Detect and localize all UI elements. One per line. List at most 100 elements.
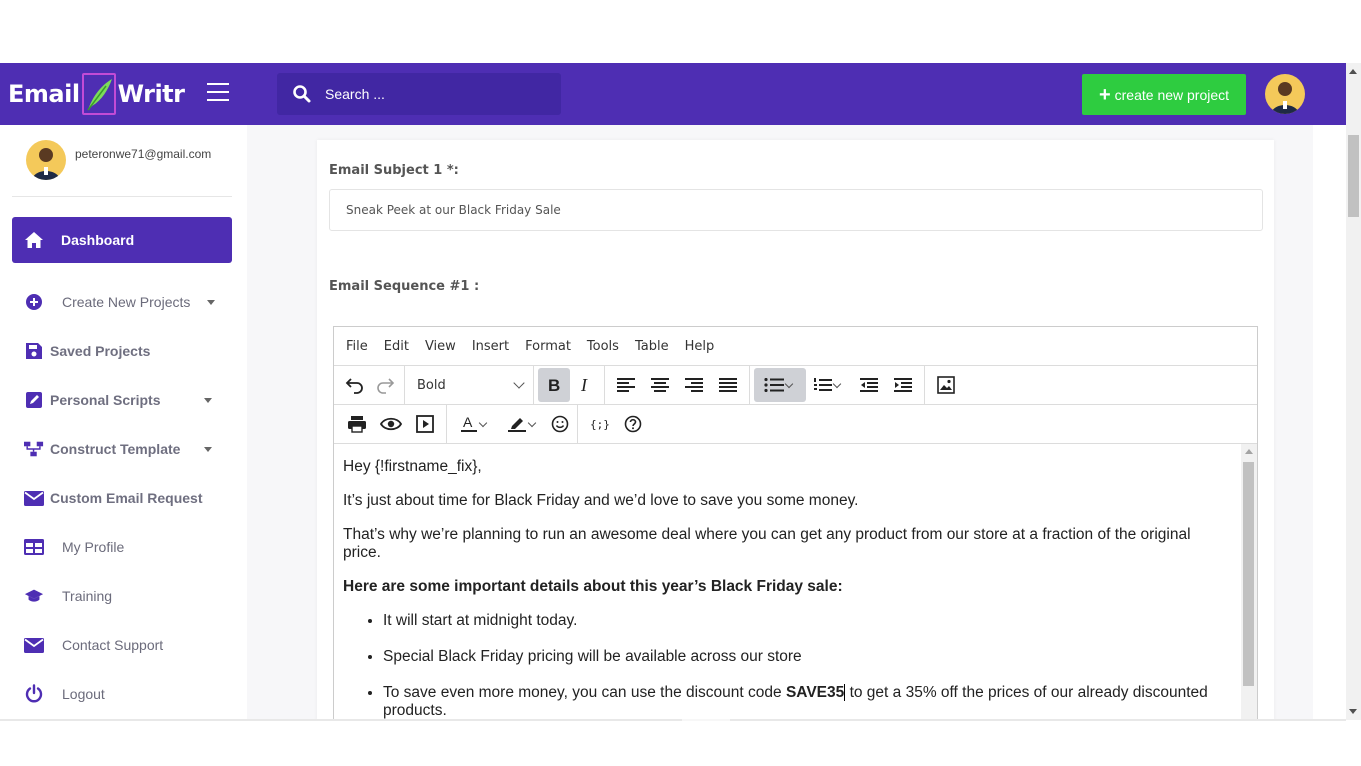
logo-text-writr: Writr — [117, 80, 185, 108]
menu-insert[interactable]: Insert — [472, 339, 509, 354]
sidebar-item-label: Custom Email Request — [50, 490, 203, 506]
editor-content[interactable]: Hey {!firstname_fix}, It’s just about ti… — [334, 444, 1239, 719]
scroll-up-arrow-icon[interactable] — [1245, 449, 1253, 454]
feather-icon — [81, 73, 116, 115]
indent-icon[interactable] — [886, 368, 920, 402]
sidebar-item-label: Saved Projects — [50, 343, 151, 359]
sidebar-item-contact-support[interactable]: Contact Support — [0, 630, 247, 660]
block-format-select[interactable]: Bold — [409, 370, 529, 400]
scrollbar-thumb[interactable] — [1243, 462, 1254, 686]
menu-help[interactable]: Help — [685, 339, 715, 354]
menu-tools[interactable]: Tools — [587, 339, 619, 354]
avatar[interactable] — [26, 140, 66, 180]
emoji-icon[interactable] — [547, 407, 573, 441]
align-justify-icon[interactable] — [711, 368, 745, 402]
chevron-down-icon — [784, 379, 794, 388]
sidebar-item-label: My Profile — [62, 539, 125, 555]
envelope-icon — [24, 489, 44, 507]
sidebar-item-label: Contact Support — [62, 637, 164, 653]
bullet-list-button[interactable] — [754, 368, 806, 402]
align-left-icon[interactable] — [609, 368, 643, 402]
profile-email: peteronwe71@gmail.com — [75, 147, 212, 161]
chevron-down-icon — [513, 377, 525, 389]
help-icon[interactable] — [616, 407, 650, 441]
email-paragraph: It’s just about time for Black Friday an… — [343, 492, 859, 509]
merge-tags-icon[interactable]: {;} — [582, 407, 616, 441]
chevron-down-icon — [832, 379, 842, 388]
sidebar-item-custom-email-request[interactable]: Custom Email Request — [0, 483, 247, 513]
email-bullet-list: It will start at midnight today. Special… — [383, 612, 1231, 719]
menu-format[interactable]: Format — [525, 339, 571, 354]
sidebar-item-label: Logout — [62, 686, 105, 702]
rich-text-editor: File Edit View Insert Format Tools Table… — [333, 326, 1258, 720]
sidebar-item-label: Personal Scripts — [50, 392, 161, 408]
email-subject-field[interactable]: Sneak Peek at our Black Friday Sale — [329, 189, 1263, 231]
sidebar-item-label: Create New Projects — [62, 294, 191, 310]
media-play-icon[interactable] — [408, 407, 442, 441]
page-scrollbar[interactable] — [1346, 63, 1361, 720]
create-new-project-button[interactable]: + create new project — [1082, 74, 1246, 115]
bold-button[interactable]: B — [538, 368, 570, 402]
svg-text:{;}: {;} — [590, 418, 609, 431]
list-item: Special Black Friday pricing will be ava… — [383, 648, 1231, 666]
menu-file[interactable]: File — [346, 339, 368, 354]
graduation-cap-icon — [24, 587, 44, 605]
redo-icon[interactable] — [370, 368, 400, 402]
print-icon[interactable] — [340, 407, 374, 441]
power-icon — [24, 684, 44, 703]
menu-edit[interactable]: Edit — [384, 339, 409, 354]
undo-icon[interactable] — [340, 368, 370, 402]
sidebar-item-saved-projects[interactable]: Saved Projects — [0, 336, 247, 366]
sidebar-item-logout[interactable]: Logout — [0, 679, 247, 709]
align-center-icon[interactable] — [643, 368, 677, 402]
edit-icon — [24, 391, 44, 409]
menu-table[interactable]: Table — [635, 339, 669, 354]
block-format-value: Bold — [417, 377, 446, 393]
scrollbar-thumb[interactable] — [1348, 135, 1359, 217]
numbered-list-button[interactable] — [806, 368, 852, 402]
scroll-down-arrow-icon[interactable] — [1349, 709, 1357, 714]
outdent-icon[interactable] — [852, 368, 886, 402]
caret-down-icon — [207, 299, 215, 305]
editor-toolbar-row-1: Bold B I — [334, 366, 1257, 405]
editor-menubar: File Edit View Insert Format Tools Table… — [334, 327, 1257, 366]
list-item: It will start at midnight today. — [383, 612, 1231, 630]
discount-code: SAVE35 — [785, 684, 845, 701]
highlight-color-button[interactable] — [499, 407, 547, 441]
italic-button[interactable]: I — [570, 368, 600, 402]
save-icon — [24, 342, 44, 360]
logo-text-email: Email — [8, 80, 80, 108]
email-subject-label: Email Subject 1 *: — [329, 163, 459, 178]
svg-text:A: A — [463, 415, 473, 430]
top-navbar: Email Writr + create new project — [0, 63, 1346, 125]
envelope-icon — [24, 636, 44, 654]
email-paragraph: That’s why we’re planning to run an awes… — [343, 526, 1191, 561]
text-color-button[interactable]: A — [451, 407, 499, 441]
plus-circle-icon — [24, 293, 44, 311]
home-icon — [25, 232, 43, 248]
chevron-down-icon — [527, 418, 537, 427]
search-icon — [293, 85, 311, 103]
preview-eye-icon[interactable] — [374, 407, 408, 441]
menu-view[interactable]: View — [425, 339, 456, 354]
editor-scrollbar[interactable] — [1241, 444, 1257, 719]
align-right-icon[interactable] — [677, 368, 711, 402]
menu-toggle-icon[interactable] — [207, 83, 229, 101]
sidebar-item-training[interactable]: Training — [0, 581, 247, 611]
sidebar-item-construct-template[interactable]: Construct Template — [0, 434, 247, 464]
app-logo[interactable]: Email Writr — [8, 71, 185, 117]
email-heading: Here are some important details about th… — [343, 578, 843, 595]
scroll-up-arrow-icon[interactable] — [1349, 69, 1357, 74]
sidebar-item-label: Dashboard — [61, 232, 135, 248]
sidebar-item-dashboard[interactable]: Dashboard — [12, 217, 232, 263]
sidebar-item-personal-scripts[interactable]: Personal Scripts — [0, 385, 247, 415]
insert-image-icon[interactable] — [929, 368, 963, 402]
list-item-text: To save even more money, you can use the… — [383, 684, 786, 701]
email-greeting: Hey {!firstname_fix}, — [343, 458, 482, 475]
user-avatar[interactable] — [1265, 74, 1305, 114]
bottom-blank-area — [0, 721, 1361, 766]
sidebar-item-my-profile[interactable]: My Profile — [0, 532, 247, 562]
sidebar-item-create-new-projects[interactable]: Create New Projects — [0, 287, 247, 317]
search-input[interactable] — [325, 86, 545, 102]
search-bar[interactable] — [277, 73, 561, 115]
